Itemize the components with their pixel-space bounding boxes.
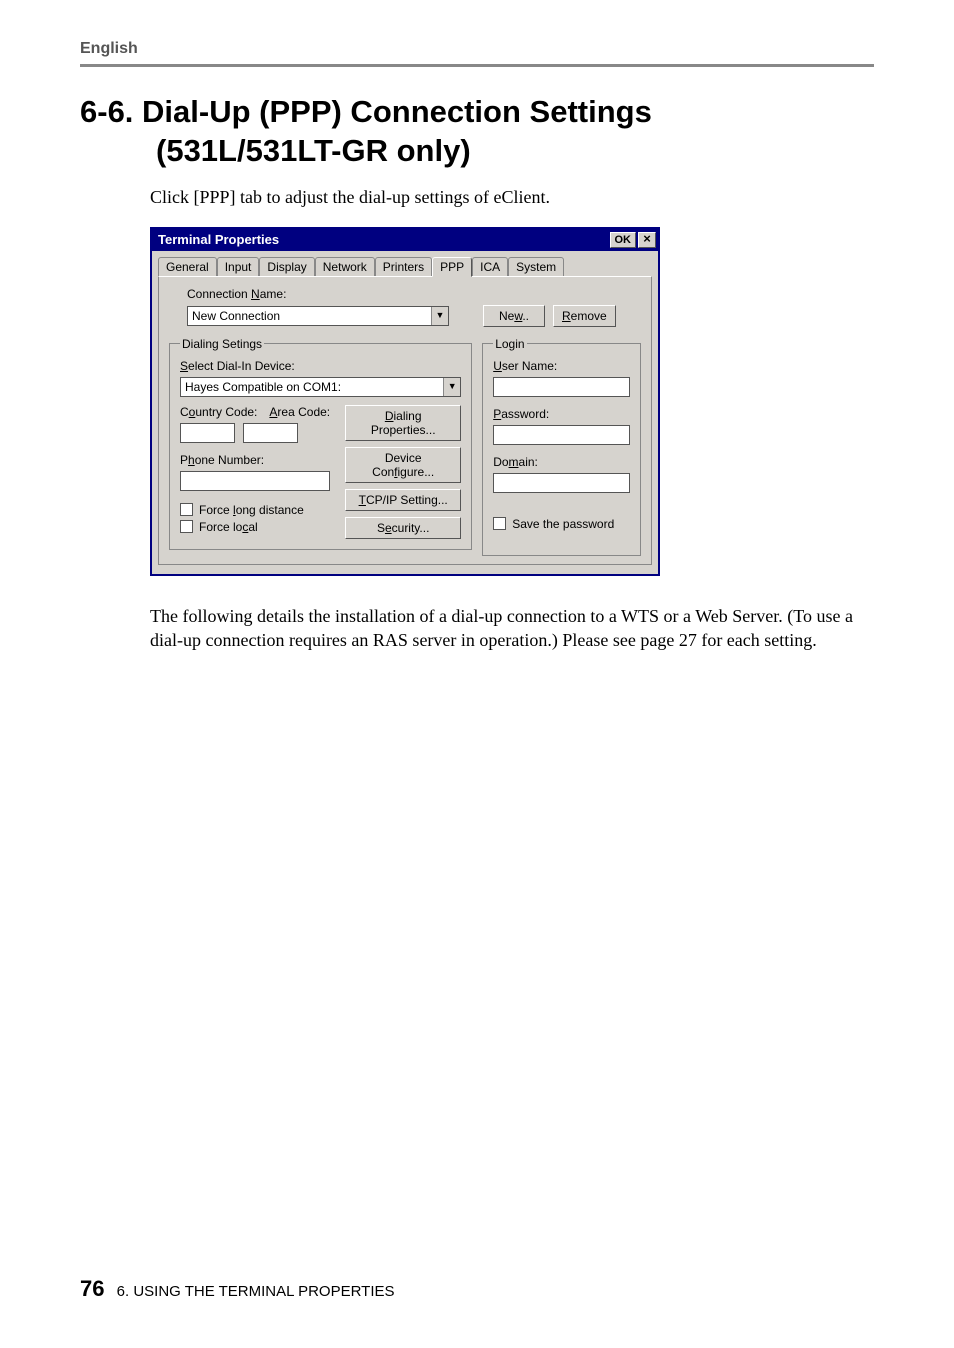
country-code-label: Country Code:	[180, 405, 257, 419]
tab-network[interactable]: Network	[315, 257, 375, 277]
dialing-settings-group: Dialing Setings Select Dial-In Device: H…	[169, 337, 472, 550]
after-text: The following details the installation o…	[150, 604, 874, 653]
password-label: Password:	[493, 407, 630, 421]
device-configure-button[interactable]: Device Configure...	[345, 447, 461, 483]
area-code-input[interactable]	[243, 423, 298, 443]
section-heading: 6-6. Dial-Up (PPP) Connection Settings (…	[80, 93, 874, 171]
header-rule	[80, 64, 874, 67]
tcpip-setting-button[interactable]: TCP/IP Setting...	[345, 489, 461, 511]
header-language: English	[80, 40, 874, 64]
country-code-input[interactable]	[180, 423, 235, 443]
chevron-down-icon[interactable]: ▼	[431, 307, 448, 325]
domain-input[interactable]	[493, 473, 630, 493]
tab-input[interactable]: Input	[217, 257, 260, 277]
phone-number-input[interactable]	[180, 471, 330, 491]
tab-ppp[interactable]: PPP	[432, 257, 472, 277]
tab-system[interactable]: System	[508, 257, 564, 277]
terminal-properties-dialog: Terminal Properties OK × General Input D…	[150, 227, 660, 576]
tab-panel-ppp: Connection Name: New Connection ▼ New.. …	[158, 276, 652, 565]
area-code-label: Area Code:	[269, 405, 330, 419]
force-local-checkbox[interactable]: Force local	[180, 520, 337, 534]
login-group: Login User Name: Password: Domain: Save …	[482, 337, 641, 556]
dialing-properties-button[interactable]: Dialing Properties...	[345, 405, 461, 441]
chevron-down-icon[interactable]: ▼	[443, 378, 460, 396]
remove-button[interactable]: Remove	[553, 305, 616, 327]
close-icon[interactable]: ×	[638, 232, 656, 248]
domain-label: Domain:	[493, 455, 630, 469]
save-password-checkbox[interactable]: Save the password	[493, 517, 630, 531]
force-long-distance-checkbox[interactable]: Force long distance	[180, 503, 337, 517]
tab-row: General Input Display Network Printers P…	[152, 251, 658, 277]
dial-in-device-select[interactable]: Hayes Compatible on COM1: ▼	[180, 377, 461, 397]
login-legend: Login	[493, 337, 526, 351]
connection-name-select[interactable]: New Connection ▼	[187, 306, 449, 326]
tab-general[interactable]: General	[158, 257, 217, 277]
user-name-input[interactable]	[493, 377, 630, 397]
chapter-title: 6. USING THE TERMINAL PROPERTIES	[117, 1283, 395, 1300]
dialog-titlebar: Terminal Properties OK ×	[152, 229, 658, 251]
connection-name-label: Connection Name:	[187, 287, 641, 301]
user-name-label: User Name:	[493, 359, 630, 373]
new-button[interactable]: New..	[483, 305, 545, 327]
page-number: 76	[80, 1276, 104, 1301]
tab-printers[interactable]: Printers	[375, 257, 432, 277]
ok-button[interactable]: OK	[610, 232, 637, 248]
security-button[interactable]: Security...	[345, 517, 461, 539]
phone-number-label: Phone Number:	[180, 453, 337, 467]
dialing-settings-legend: Dialing Setings	[180, 337, 264, 351]
intro-text: Click [PPP] tab to adjust the dial-up se…	[150, 185, 874, 209]
tab-display[interactable]: Display	[259, 257, 314, 277]
select-device-label: Select Dial-In Device:	[180, 359, 461, 373]
tab-ica[interactable]: ICA	[472, 257, 508, 277]
page-footer: 76 6. USING THE TERMINAL PROPERTIES	[80, 1276, 395, 1302]
dialog-title: Terminal Properties	[158, 232, 279, 247]
password-input[interactable]	[493, 425, 630, 445]
